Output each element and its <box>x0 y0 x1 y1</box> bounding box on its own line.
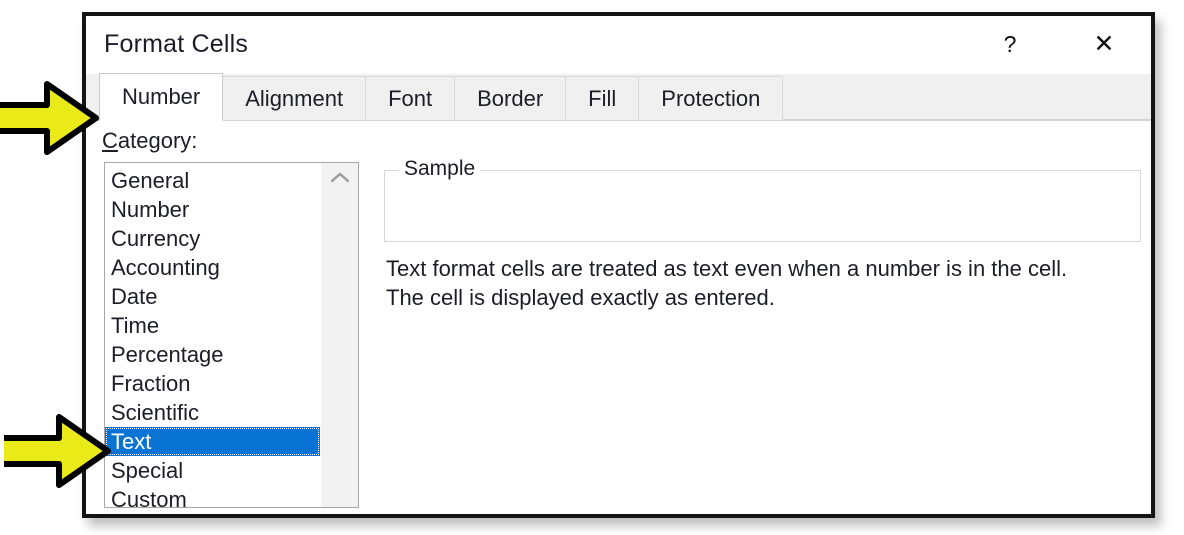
description-line-1: Text format cells are treated as text ev… <box>386 256 1068 281</box>
category-list-item[interactable]: Currency <box>105 224 320 253</box>
tab-number-label: Number <box>122 84 201 109</box>
category-list-item[interactable]: Date <box>105 282 320 311</box>
sample-value <box>385 171 1140 189</box>
category-scrollbar[interactable] <box>320 163 358 507</box>
category-list-item[interactable]: Special <box>105 456 320 485</box>
category-listbox[interactable]: General Number Currency Accounting Date Time P… <box>104 162 359 508</box>
tab-protection-label: Protection <box>661 85 761 111</box>
tab-font-label: Font <box>388 85 433 111</box>
number-tab-panel: Category: General Number Currency Accountin… <box>86 121 1151 514</box>
help-icon[interactable]: ? <box>987 24 1033 64</box>
tab-number[interactable]: Number <box>99 73 224 121</box>
category-list-items: General Number Currency Accounting Date Time P… <box>105 163 320 507</box>
tab-alignment-label: Alignment <box>245 85 344 111</box>
tab-protection[interactable]: Protection <box>638 76 784 120</box>
category-list-item[interactable]: Time <box>105 311 320 340</box>
tab-font[interactable]: Font <box>365 76 456 120</box>
tab-strip-filler <box>783 75 1151 120</box>
scroll-up-chevron-icon[interactable] <box>321 163 358 193</box>
category-list-item[interactable]: Custom <box>105 485 320 507</box>
category-list-item[interactable]: Percentage <box>105 340 320 369</box>
description-line-2: The cell is displayed exactly as entered… <box>386 285 775 310</box>
category-list-item[interactable]: Text <box>105 427 320 456</box>
category-label: Category: <box>102 128 197 154</box>
format-description: Text format cells are treated as text ev… <box>386 254 1137 312</box>
tab-fill-label: Fill <box>588 85 617 111</box>
tab-strip: Number Alignment Font Border Fill Protec… <box>86 73 1151 121</box>
category-list-item[interactable]: Fraction <box>105 369 320 398</box>
tab-border[interactable]: Border <box>454 76 567 120</box>
category-list-item[interactable]: Accounting <box>105 253 320 282</box>
tab-alignment[interactable]: Alignment <box>222 76 367 120</box>
format-cells-dialog: Format Cells ? ✕ Number Alignment Font B… <box>82 12 1155 518</box>
dialog-title: Format Cells <box>104 30 249 58</box>
dialog-titlebar: Format Cells ? ✕ <box>86 16 1151 74</box>
tab-border-label: Border <box>477 85 544 111</box>
close-icon[interactable]: ✕ <box>1081 24 1127 64</box>
category-list-item[interactable]: General <box>105 166 320 195</box>
category-accelerator: C <box>102 128 118 153</box>
sample-groupbox: Sample <box>384 157 1141 242</box>
category-label-rest: ategory: <box>117 128 198 153</box>
category-list-item[interactable]: Number <box>105 195 320 224</box>
tab-fill[interactable]: Fill <box>565 76 640 120</box>
sample-legend: Sample <box>399 157 481 181</box>
category-list-item[interactable]: Scientific <box>105 398 320 427</box>
